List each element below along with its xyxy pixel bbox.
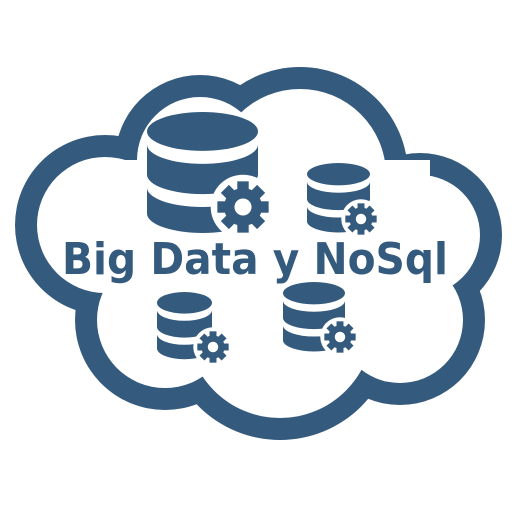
gear-icon (341, 199, 381, 239)
logo: Big Data y NoSql (0, 0, 512, 512)
gear-icon (320, 317, 360, 357)
logo-graphic: Big Data y NoSql (15, 67, 502, 440)
gear-icon (193, 327, 233, 367)
gear-icon (210, 174, 276, 240)
logo-title: Big Data y NoSql (62, 234, 448, 285)
